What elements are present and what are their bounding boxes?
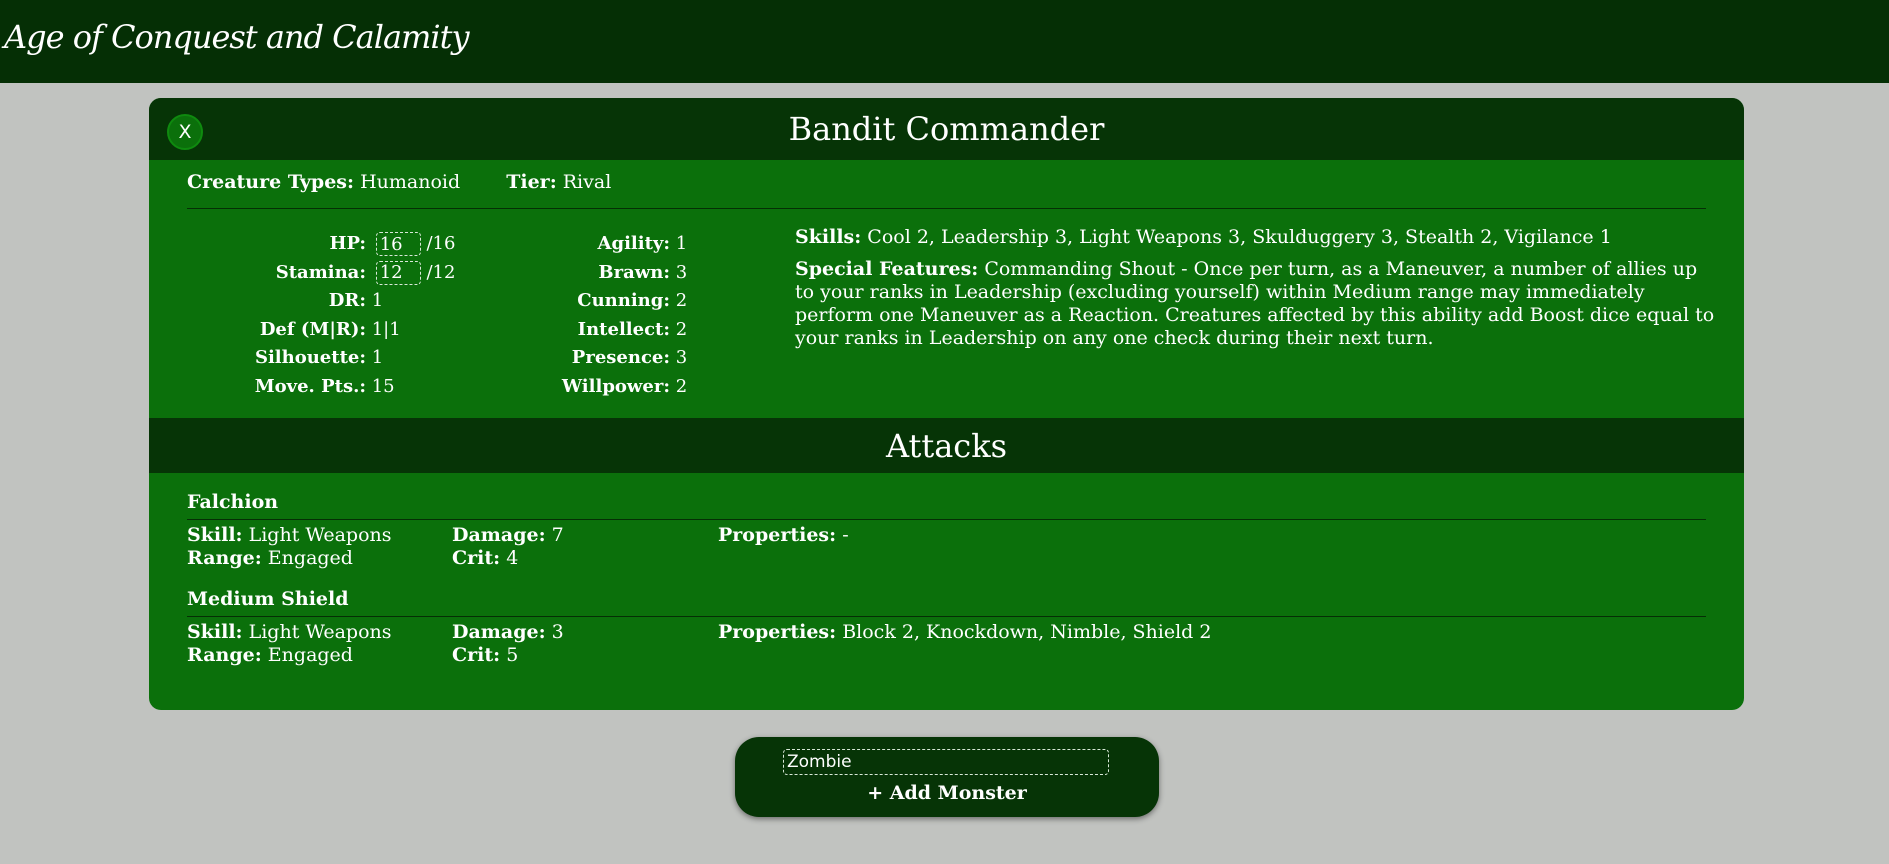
- close-button[interactable]: X: [167, 114, 203, 150]
- top-bar: Age of Conquest and Calamity: [0, 0, 1889, 83]
- stat-agility: Agility: 1: [149, 230, 688, 259]
- stat-label: Willpower:: [561, 375, 670, 397]
- attack-entry-falchion: Falchion Skill: Light Weapons Range: Eng…: [187, 491, 1706, 572]
- monster-card: X Bandit Commander Creature Types: Human…: [149, 98, 1744, 710]
- attack-name: Falchion: [187, 491, 279, 513]
- stat-label: Cunning:: [577, 290, 670, 312]
- stat-cunning: Cunning: 2: [149, 287, 687, 316]
- special-features-label: Special Features:: [795, 258, 979, 280]
- monster-name-input[interactable]: [783, 749, 1109, 775]
- tier-value: Rival: [562, 171, 612, 193]
- skills-line: Skills: Cool 2, Leadership 3, Light Weap…: [795, 226, 1715, 249]
- attacks-title: Attacks: [885, 427, 1008, 465]
- stat-willpower: Willpower: 2: [149, 373, 687, 402]
- skill-label: Skill:: [187, 524, 243, 546]
- stat-label: Brawn:: [598, 261, 670, 283]
- properties-value: Block 2, Knockdown, Nimble, Shield 2: [842, 621, 1212, 643]
- skills-value: Cool 2, Leadership 3, Light Weapons 3, S…: [867, 226, 1612, 248]
- properties-label: Properties:: [718, 524, 837, 546]
- stat-value: 3: [675, 347, 688, 369]
- skill-label: Skill:: [187, 621, 243, 643]
- stat-value: 2: [675, 375, 688, 397]
- stats-right-column: Agility: 1 Brawn: 3 Cunning: 2 Intellect…: [149, 230, 687, 402]
- stat-value: 1: [675, 233, 688, 254]
- creature-types-label: Creature Types:: [187, 171, 355, 193]
- range-label: Range:: [187, 547, 262, 569]
- attack-divider: [187, 616, 1706, 617]
- attack-divider: [187, 519, 1706, 520]
- attack-skill-range: Skill: Light Weapons Range: Engaged: [187, 621, 392, 667]
- attack-name: Medium Shield: [187, 588, 349, 610]
- attack-properties: Properties: -: [718, 524, 849, 547]
- stat-brawn: Brawn: 3: [149, 259, 687, 288]
- stat-presence: Presence: 3: [149, 344, 687, 373]
- stat-label: Intellect:: [577, 318, 670, 340]
- damage-value: 3: [551, 621, 564, 643]
- meta-divider: [187, 208, 1706, 209]
- skill-value: Light Weapons: [248, 524, 392, 546]
- meta-row: Creature Types: Humanoid Tier: Rival: [187, 171, 611, 193]
- attack-details: Skill: Light Weapons Range: Engaged Dama…: [187, 621, 1706, 669]
- stat-value: 2: [675, 318, 688, 340]
- attack-skill-range: Skill: Light Weapons Range: Engaged: [187, 524, 392, 570]
- range-label: Range:: [187, 644, 262, 666]
- range-value: Engaged: [267, 644, 353, 666]
- crit-label: Crit:: [452, 644, 501, 666]
- crit-value: 4: [506, 547, 519, 569]
- damage-value: 7: [551, 524, 564, 546]
- card-header: X Bandit Commander: [149, 98, 1744, 160]
- skill-value: Light Weapons: [248, 621, 392, 643]
- attack-damage-crit: Damage: 7 Crit: 4: [452, 524, 564, 570]
- attack-entry-medium-shield: Medium Shield Skill: Light Weapons Range…: [187, 588, 1706, 669]
- creature-name: Bandit Commander: [788, 110, 1105, 148]
- add-monster-panel: + Add Monster: [735, 737, 1159, 817]
- tier-label: Tier:: [506, 171, 557, 193]
- creature-types-value: Humanoid: [360, 171, 461, 193]
- special-features-line: Special Features: Commanding Shout - Onc…: [795, 258, 1715, 350]
- properties-label: Properties:: [718, 621, 837, 643]
- properties-value: -: [842, 524, 849, 546]
- skills-block: Skills: Cool 2, Leadership 3, Light Weap…: [795, 226, 1715, 359]
- stat-intellect: Intellect: 2: [149, 316, 688, 345]
- skills-label: Skills:: [795, 226, 862, 248]
- crit-label: Crit:: [452, 547, 501, 569]
- attack-properties: Properties: Block 2, Knockdown, Nimble, …: [718, 621, 1211, 644]
- attack-details: Skill: Light Weapons Range: Engaged Dama…: [187, 524, 1706, 572]
- stat-value: 2: [675, 290, 688, 312]
- damage-label: Damage:: [452, 621, 546, 643]
- range-value: Engaged: [267, 547, 353, 569]
- attacks-header: Attacks: [149, 418, 1744, 473]
- stat-label: Agility:: [597, 233, 670, 254]
- attack-damage-crit: Damage: 3 Crit: 5: [452, 621, 564, 667]
- stat-value: 3: [675, 261, 688, 283]
- app-title: Age of Conquest and Calamity: [4, 18, 470, 56]
- add-monster-button[interactable]: + Add Monster: [735, 782, 1159, 804]
- stat-label: Presence:: [571, 347, 670, 369]
- damage-label: Damage:: [452, 524, 546, 546]
- crit-value: 5: [506, 644, 519, 666]
